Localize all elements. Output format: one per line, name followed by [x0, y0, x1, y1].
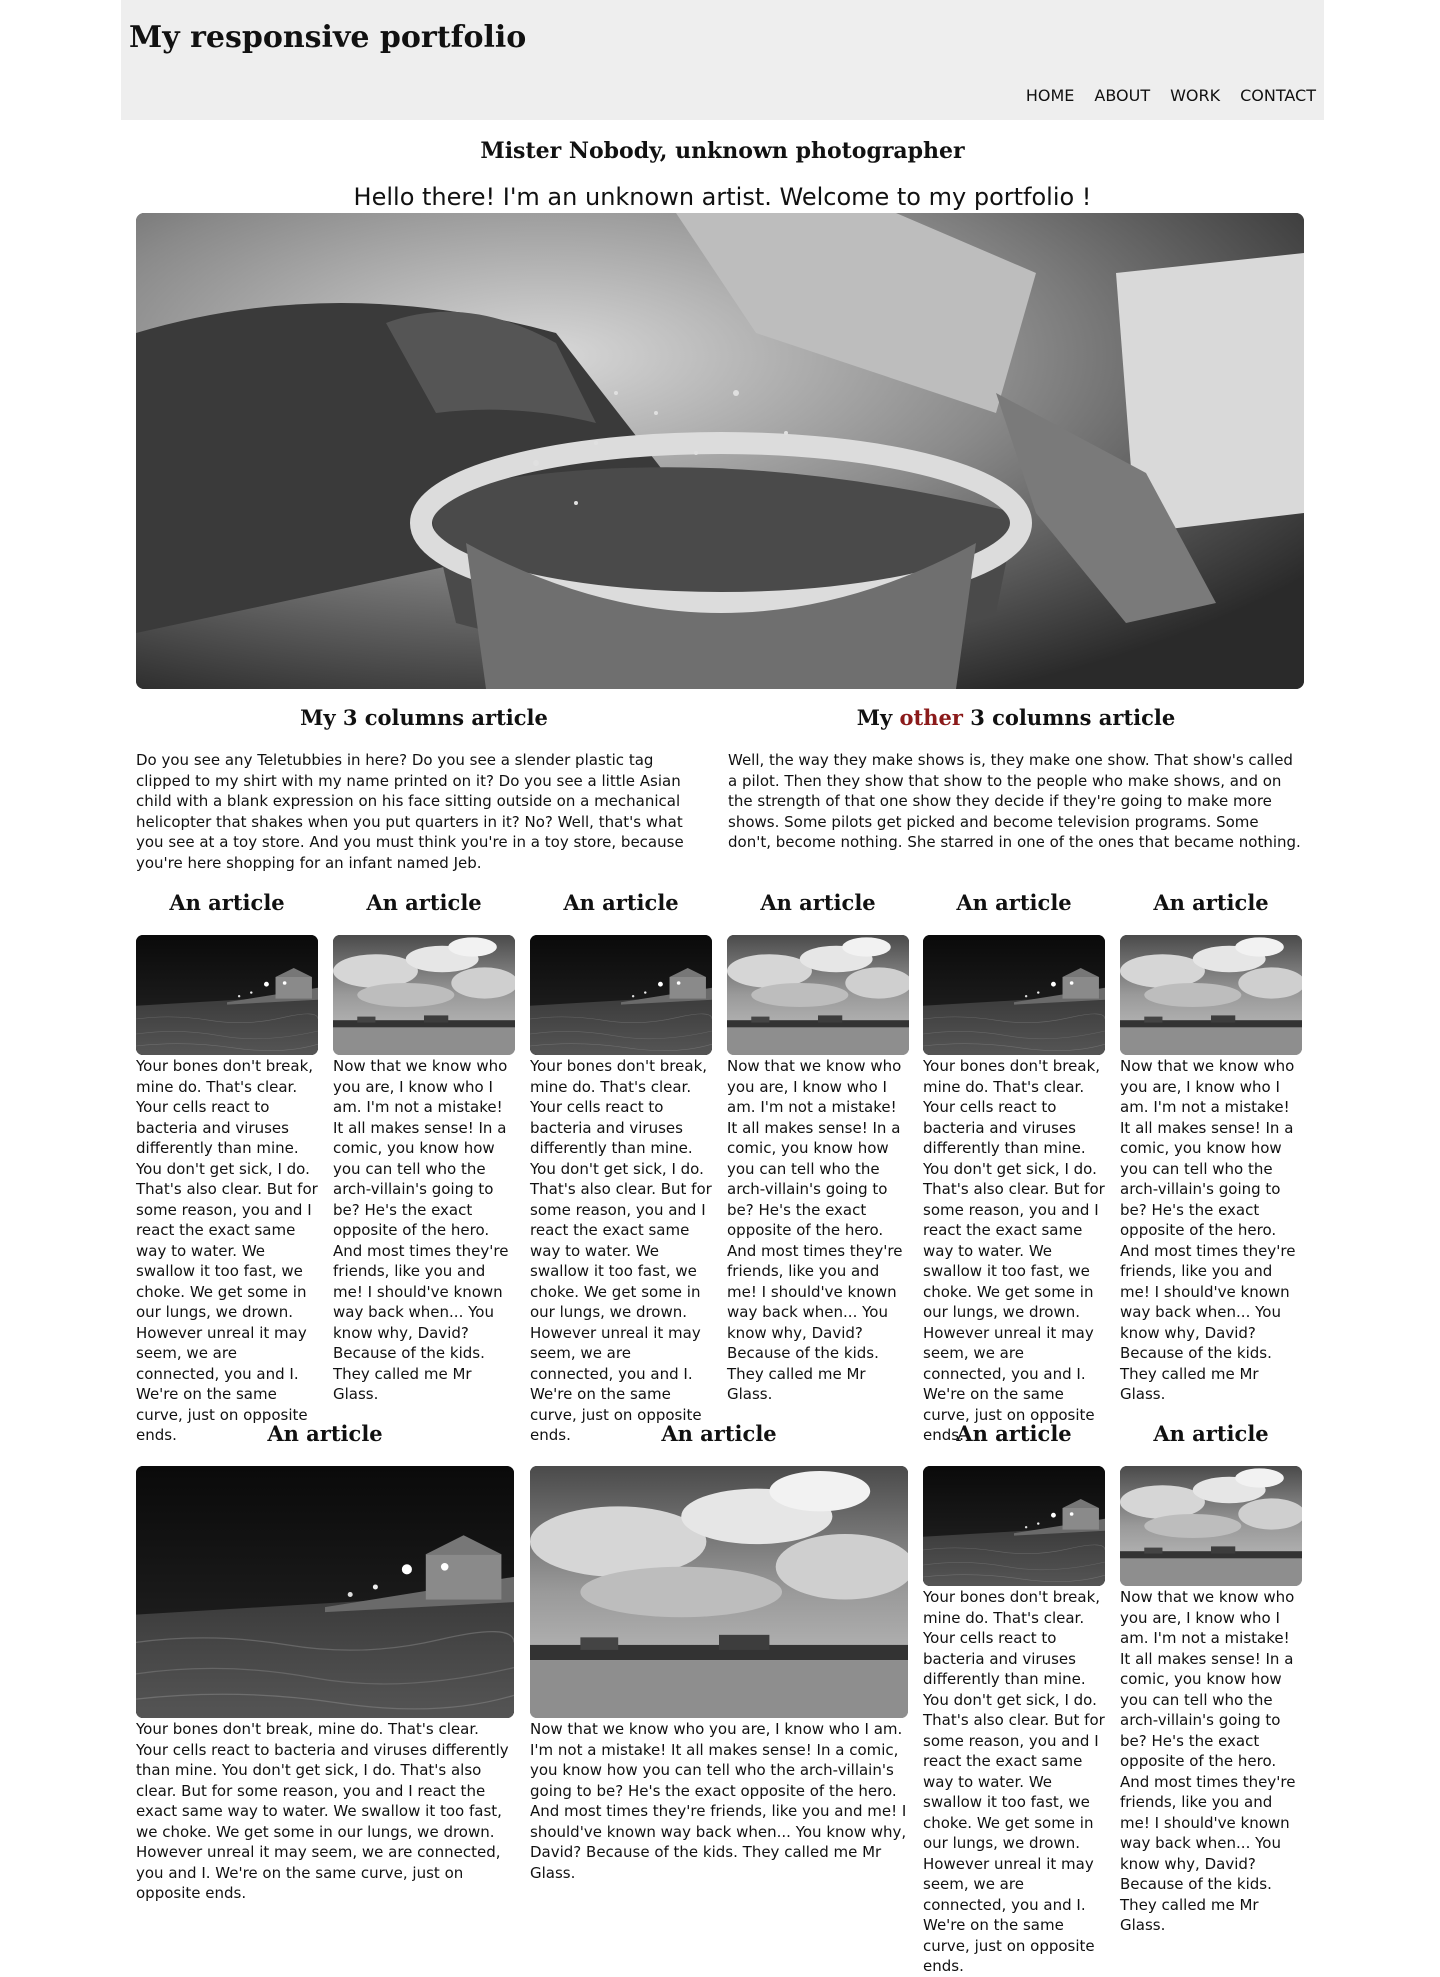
article-text: Your bones don't break, mine do. That's …	[923, 1588, 1105, 1975]
right-title-prefix: My	[856, 705, 900, 730]
hero-image	[136, 213, 1304, 689]
cloudy-beach-photo	[727, 935, 909, 1055]
night-beach-photo	[136, 935, 318, 1055]
photographer-heading: Mister Nobody, unknown photographer	[480, 138, 965, 164]
cloudy-beach-photo	[530, 1466, 908, 1718]
article-text: Your bones don't break, mine do. That's …	[136, 1057, 318, 1444]
nav-about[interactable]: ABOUT	[1094, 85, 1150, 107]
right-title-suffix: 3 columns article	[962, 705, 1176, 730]
cloudy-beach-photo	[1120, 1466, 1302, 1586]
night-beach-photo	[136, 1466, 514, 1718]
right-article-text: Well, the way they make shows is, they m…	[728, 751, 1301, 851]
article-title: An article	[169, 890, 285, 915]
article-title: An article	[1153, 890, 1269, 915]
left-article-title: My 3 columns article	[300, 705, 548, 730]
right-article-title: My other 3 columns article	[728, 704, 1304, 732]
nav-work[interactable]: WORK	[1170, 85, 1220, 107]
nav-home[interactable]: HOME	[1026, 85, 1075, 107]
site-header: My responsive portfolio HOME ABOUT WORK …	[121, 0, 1324, 120]
article-text: Your bones don't break, mine do. That's …	[136, 1720, 509, 1902]
article-text: Now that we know who you are, I know who…	[333, 1057, 509, 1403]
site-title: My responsive portfolio	[129, 20, 527, 55]
article-text: Your bones don't break, mine do. That's …	[923, 1057, 1105, 1444]
article-title: An article	[760, 890, 876, 915]
nav-contact[interactable]: CONTACT	[1240, 85, 1316, 107]
article-text: Your bones don't break, mine do. That's …	[530, 1057, 712, 1444]
welcome-text: Hello there! I'm an unknown artist. Welc…	[353, 183, 1092, 211]
article-text: Now that we know who you are, I know who…	[1120, 1588, 1296, 1934]
right-title-accent: other	[899, 705, 963, 730]
article-text: Now that we know who you are, I know who…	[530, 1720, 907, 1882]
article-title: An article	[563, 890, 679, 915]
article-title: An article	[1153, 1421, 1269, 1446]
article-title: An article	[956, 1421, 1072, 1446]
night-beach-photo	[923, 1466, 1105, 1586]
article-title: An article	[956, 890, 1072, 915]
article-text: Now that we know who you are, I know who…	[1120, 1057, 1296, 1403]
article-title: An article	[267, 1421, 383, 1446]
article-title: An article	[661, 1421, 777, 1446]
night-beach-photo	[923, 935, 1105, 1055]
article-title: An article	[366, 890, 482, 915]
night-beach-photo	[530, 935, 712, 1055]
main-nav: HOME ABOUT WORK CONTACT	[1026, 85, 1316, 107]
cloudy-beach-photo	[333, 935, 515, 1055]
article-text: Now that we know who you are, I know who…	[727, 1057, 903, 1403]
cloudy-beach-photo	[1120, 935, 1302, 1055]
left-article-text: Do you see any Teletubbies in here? Do y…	[136, 751, 684, 872]
